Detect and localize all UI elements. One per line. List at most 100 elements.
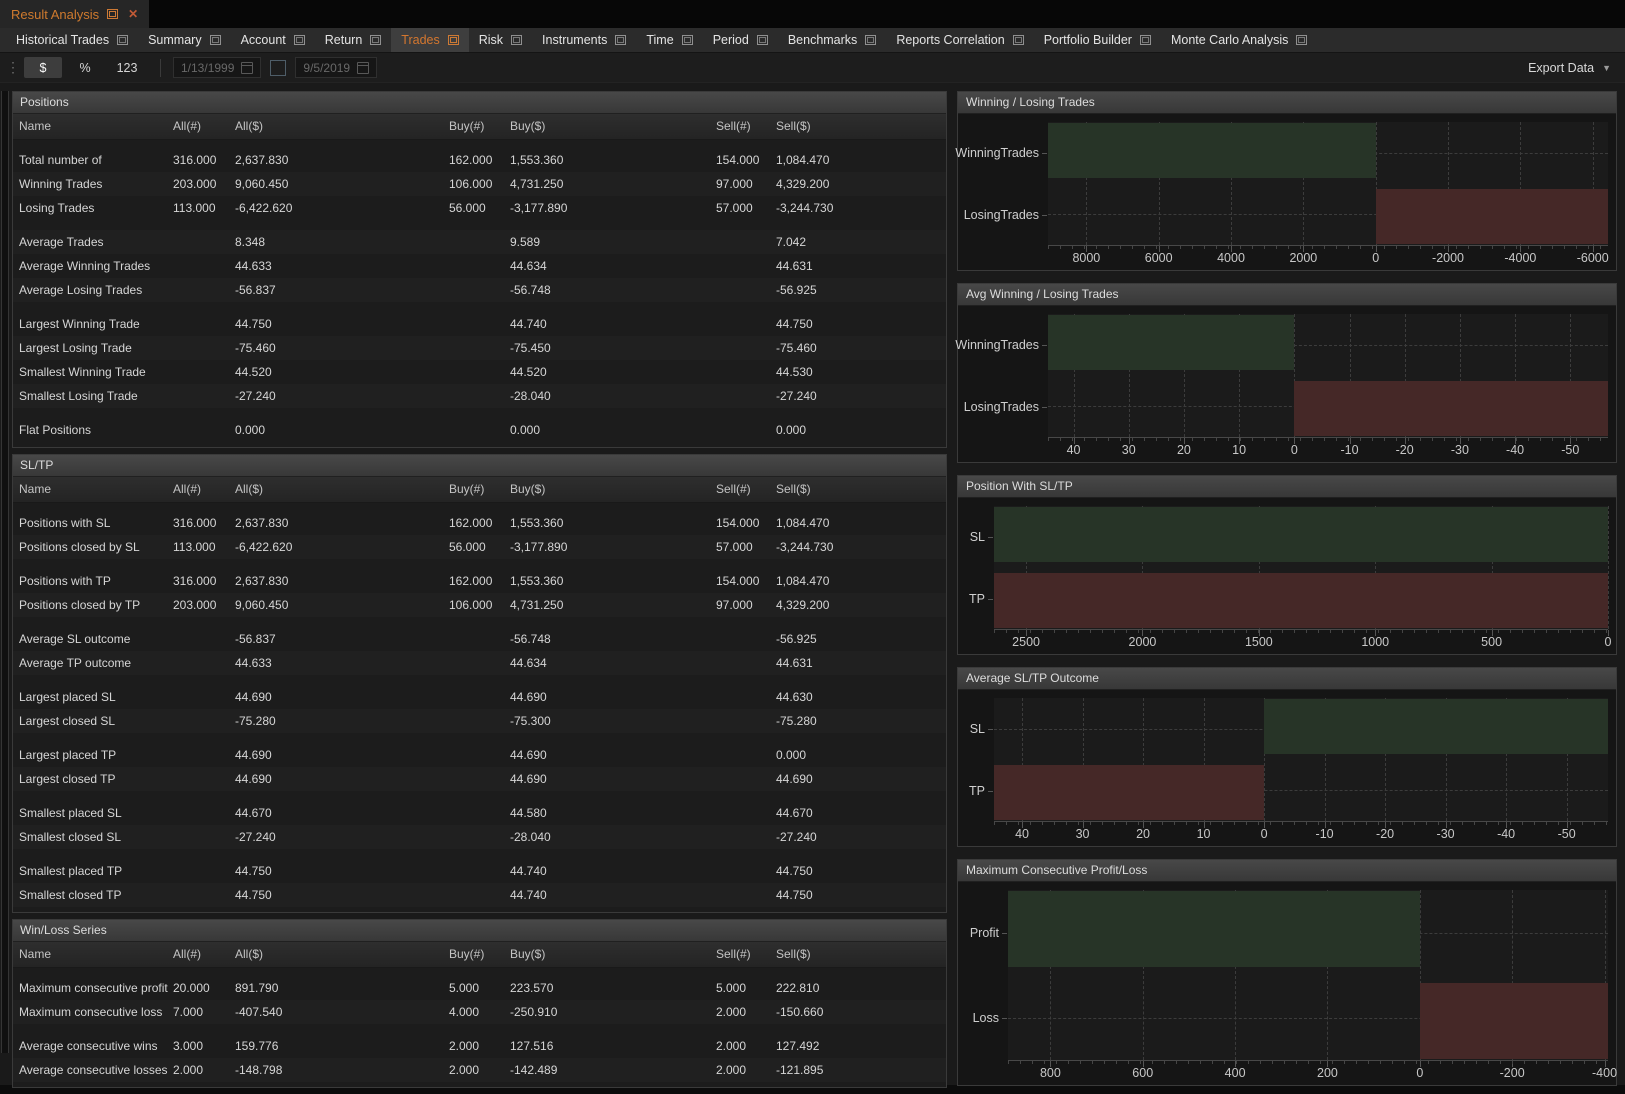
- popout-window-icon[interactable]: [865, 35, 876, 45]
- tab-benchmarks[interactable]: Benchmarks: [778, 28, 886, 52]
- tab-reports-correlation[interactable]: Reports Correlation: [886, 28, 1033, 52]
- popout-window-icon[interactable]: [210, 35, 221, 45]
- table-row[interactable]: Positions closed by TP203.0009,060.45010…: [13, 593, 946, 617]
- column-header[interactable]: Buy(#): [449, 114, 510, 139]
- column-header[interactable]: Buy(#): [449, 942, 510, 967]
- table-row[interactable]: Average SL outcome-56.837-56.748-56.925: [13, 627, 946, 651]
- popout-window-icon[interactable]: [448, 35, 459, 45]
- cell-value: 44.630: [776, 685, 940, 709]
- table-row[interactable]: Positions with SL316.0002,637.830162.000…: [13, 511, 946, 535]
- cell-value: [449, 384, 510, 408]
- drag-handle-icon[interactable]: ⋮: [6, 59, 18, 76]
- tab-summary[interactable]: Summary: [138, 28, 230, 52]
- table-row[interactable]: Average consecutive losses2.000-148.7982…: [13, 1058, 946, 1082]
- tab-return[interactable]: Return: [315, 28, 392, 52]
- table-row[interactable]: Losing Trades113.000-6,422.62056.000-3,1…: [13, 196, 946, 220]
- column-header[interactable]: Buy($): [510, 942, 716, 967]
- table-row[interactable]: Winning Trades203.0009,060.450106.0004,7…: [13, 172, 946, 196]
- column-header[interactable]: Sell(#): [716, 477, 776, 502]
- tab-monte-carlo-analysis[interactable]: Monte Carlo Analysis: [1161, 28, 1317, 52]
- column-header[interactable]: Name: [19, 114, 173, 139]
- popout-window-icon[interactable]: [117, 35, 128, 45]
- tab-period[interactable]: Period: [703, 28, 778, 52]
- tab-label: Monte Carlo Analysis: [1171, 33, 1288, 47]
- table-row[interactable]: Smallest closed TP44.75044.74044.750: [13, 883, 946, 907]
- popout-window-icon[interactable]: [615, 35, 626, 45]
- table-row[interactable]: Largest closed SL-75.280-75.300-75.280: [13, 709, 946, 733]
- column-header[interactable]: Sell(#): [716, 114, 776, 139]
- tab-time[interactable]: Time: [636, 28, 702, 52]
- tab-account[interactable]: Account: [231, 28, 315, 52]
- popout-window-icon[interactable]: [511, 35, 522, 45]
- popout-window-icon[interactable]: [757, 35, 768, 45]
- table-row[interactable]: Largest Losing Trade-75.460-75.450-75.46…: [13, 336, 946, 360]
- table-row[interactable]: Largest Winning Trade44.75044.74044.750: [13, 312, 946, 336]
- vertical-scrollbar[interactable]: [1, 91, 9, 1053]
- popout-window-icon[interactable]: [1140, 35, 1151, 45]
- export-data-button[interactable]: Export Data ▼: [1528, 61, 1611, 75]
- table-row[interactable]: Largest closed TP44.69044.69044.690: [13, 767, 946, 791]
- points-toggle-button[interactable]: 123: [108, 57, 146, 78]
- table-row[interactable]: Maximum consecutive profit20.000891.7905…: [13, 976, 946, 1000]
- tab-instruments[interactable]: Instruments: [532, 28, 636, 52]
- column-header[interactable]: Sell($): [776, 114, 940, 139]
- table-row[interactable]: Flat Positions0.0000.0000.000: [13, 418, 946, 442]
- table-row[interactable]: Average Trades8.3489.5897.042: [13, 230, 946, 254]
- tab-historical-trades[interactable]: Historical Trades: [6, 28, 138, 52]
- popout-window-icon[interactable]: [294, 35, 305, 45]
- column-header[interactable]: All($): [235, 477, 449, 502]
- cell-value: [173, 651, 235, 675]
- column-header[interactable]: Sell($): [776, 477, 940, 502]
- column-header[interactable]: Sell($): [776, 942, 940, 967]
- table-row[interactable]: Maximum consecutive loss7.000-407.5404.0…: [13, 1000, 946, 1024]
- end-date-input[interactable]: 9/5/2019: [295, 57, 377, 78]
- cell-value: -75.300: [510, 709, 716, 733]
- column-header[interactable]: All($): [235, 114, 449, 139]
- x-axis: 403020100-10-20-30-40-50: [994, 822, 1608, 846]
- table-row[interactable]: Positions closed by SL113.000-6,422.6205…: [13, 535, 946, 559]
- tab-risk[interactable]: Risk: [469, 28, 532, 52]
- table-row[interactable]: Average consecutive wins3.000159.7762.00…: [13, 1034, 946, 1058]
- table-row[interactable]: Average Winning Trades44.63344.63444.631: [13, 254, 946, 278]
- column-header[interactable]: Buy($): [510, 477, 716, 502]
- table-row[interactable]: Smallest Winning Trade44.52044.52044.530: [13, 360, 946, 384]
- table-panel-win-loss-series: Win/Loss SeriesNameAll(#)All($)Buy(#)Buy…: [12, 919, 947, 1088]
- popout-window-icon[interactable]: [107, 9, 118, 19]
- cell-value: 154.000: [716, 511, 776, 535]
- column-header[interactable]: All(#): [173, 477, 235, 502]
- close-icon[interactable]: ✕: [128, 7, 138, 21]
- cell-value: -28.040: [510, 825, 716, 849]
- calendar-icon[interactable]: [357, 62, 369, 74]
- cell-value: [173, 883, 235, 907]
- table-row[interactable]: Smallest Losing Trade-27.240-28.040-27.2…: [13, 384, 946, 408]
- table-row[interactable]: Smallest closed SL-27.240-28.040-27.240: [13, 825, 946, 849]
- popout-window-icon[interactable]: [1013, 35, 1024, 45]
- column-header[interactable]: Sell(#): [716, 942, 776, 967]
- start-date-input[interactable]: 1/13/1999: [173, 57, 261, 78]
- popout-window-icon[interactable]: [370, 35, 381, 45]
- table-row[interactable]: Smallest placed SL44.67044.58044.670: [13, 801, 946, 825]
- column-header[interactable]: Name: [19, 942, 173, 967]
- column-header[interactable]: All(#): [173, 942, 235, 967]
- table-row[interactable]: Average TP outcome44.63344.63444.631: [13, 651, 946, 675]
- calendar-icon[interactable]: [241, 62, 253, 74]
- popout-window-icon[interactable]: [1296, 35, 1307, 45]
- column-header[interactable]: Name: [19, 477, 173, 502]
- tab-portfolio-builder[interactable]: Portfolio Builder: [1034, 28, 1161, 52]
- column-header[interactable]: All($): [235, 942, 449, 967]
- date-range-checkbox[interactable]: [270, 60, 286, 76]
- table-row[interactable]: Average Losing Trades-56.837-56.748-56.9…: [13, 278, 946, 302]
- popout-window-icon[interactable]: [682, 35, 693, 45]
- currency-toggle-button[interactable]: $: [24, 57, 62, 78]
- column-header[interactable]: Buy($): [510, 114, 716, 139]
- tab-trades[interactable]: Trades: [391, 28, 468, 52]
- table-row[interactable]: Smallest placed TP44.75044.74044.750: [13, 859, 946, 883]
- doc-tab-result-analysis[interactable]: Result Analysis ✕: [0, 0, 149, 28]
- column-header[interactable]: Buy(#): [449, 477, 510, 502]
- table-row[interactable]: Positions with TP316.0002,637.830162.000…: [13, 569, 946, 593]
- percent-toggle-button[interactable]: %: [66, 57, 104, 78]
- table-row[interactable]: Total number of316.0002,637.830162.0001,…: [13, 148, 946, 172]
- table-row[interactable]: Largest placed TP44.69044.6900.000: [13, 743, 946, 767]
- column-header[interactable]: All(#): [173, 114, 235, 139]
- table-row[interactable]: Largest placed SL44.69044.69044.630: [13, 685, 946, 709]
